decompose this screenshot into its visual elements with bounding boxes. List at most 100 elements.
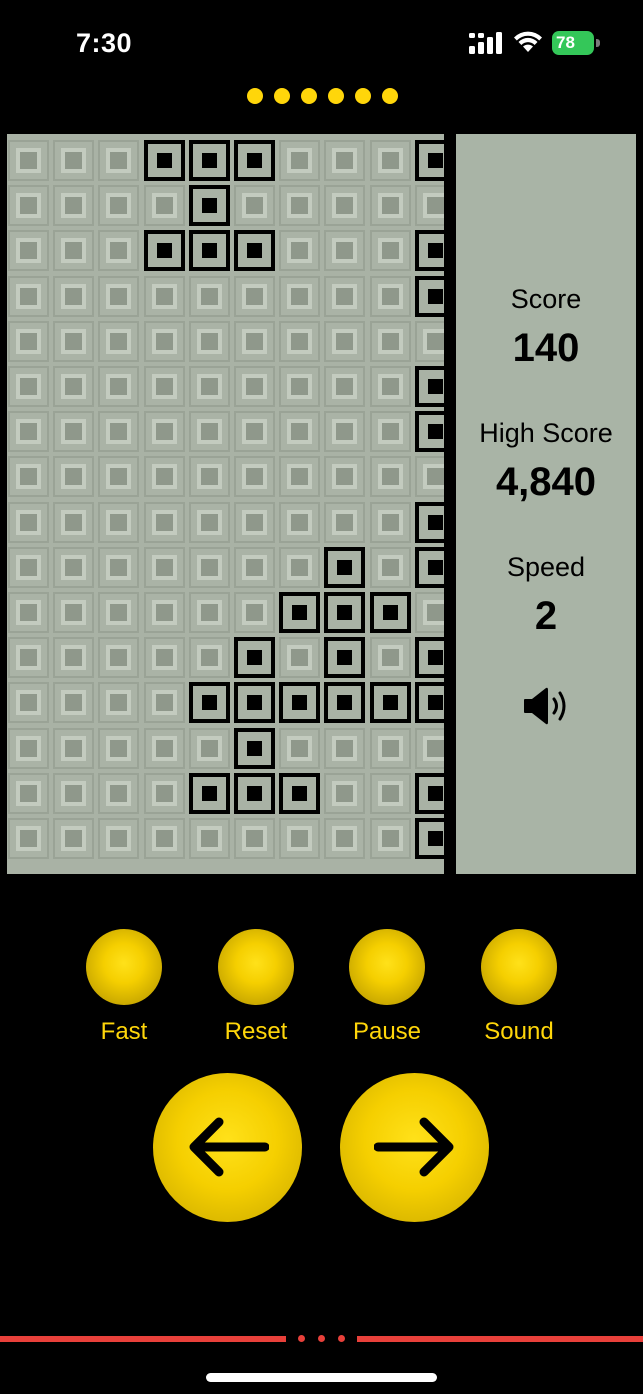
board-cell-empty	[143, 185, 185, 227]
board-cell-empty	[279, 320, 321, 362]
board-cell-empty	[8, 456, 49, 498]
board-cell-empty	[369, 546, 411, 588]
board-cell-empty	[53, 818, 95, 859]
board-cell-empty	[98, 185, 140, 227]
bottom-dot	[318, 1335, 325, 1342]
board-cell-empty	[8, 230, 49, 272]
board-cell-empty	[98, 230, 140, 272]
page-dot[interactable]	[328, 88, 344, 104]
board-cell-filled	[414, 366, 444, 407]
pause-button[interactable]	[349, 929, 425, 1005]
board-cell-empty	[53, 546, 95, 588]
board-cell-empty	[234, 320, 275, 362]
board-cell-filled	[234, 637, 275, 679]
speaker-icon[interactable]	[522, 684, 572, 728]
board-cell-empty	[8, 727, 49, 769]
board-cell-empty	[369, 501, 411, 543]
board-cell-filled	[324, 592, 366, 633]
board-cell-empty	[369, 140, 411, 181]
board-cell-filled	[414, 772, 444, 814]
board-cell-empty	[143, 682, 185, 724]
board-cell-empty	[279, 727, 321, 769]
sound-label: Sound	[484, 1018, 554, 1045]
bottom-dots	[298, 1335, 345, 1342]
board-cell-filled	[279, 682, 321, 724]
board-cell-empty	[143, 501, 185, 543]
board-cell-empty	[369, 727, 411, 769]
board-cell-empty	[8, 366, 49, 407]
page-indicator[interactable]	[247, 88, 398, 104]
board-cell-empty	[143, 456, 185, 498]
board-cell-filled	[324, 546, 366, 588]
board-cell-filled	[279, 592, 321, 633]
home-indicator[interactable]	[206, 1373, 437, 1382]
bottom-bar-right	[357, 1336, 643, 1342]
score-label: Score	[510, 284, 582, 314]
speed-label: Speed	[506, 552, 586, 582]
board-cell-empty	[98, 456, 140, 498]
board-cell-empty	[414, 185, 444, 227]
board-cell-empty	[53, 185, 95, 227]
board-cell-empty	[8, 185, 49, 227]
board-cell-filled	[188, 185, 230, 227]
board-cell-empty	[369, 456, 411, 498]
board-cell-empty	[188, 592, 230, 633]
board-cell-empty	[234, 818, 275, 859]
board-cell-empty	[53, 411, 95, 453]
page-dot[interactable]	[301, 88, 317, 104]
bottom-dot	[298, 1335, 305, 1342]
reset-label: Reset	[224, 1018, 288, 1045]
page-dot[interactable]	[247, 88, 263, 104]
page-dot[interactable]	[274, 88, 290, 104]
speed-value: 2	[534, 594, 558, 638]
board-cell-empty	[324, 275, 366, 317]
signal-icon	[469, 32, 502, 54]
page-dot[interactable]	[355, 88, 371, 104]
board-cell-empty	[143, 275, 185, 317]
board-cell-empty	[188, 818, 230, 859]
board-cell-empty	[98, 592, 140, 633]
board-cell-empty	[414, 456, 444, 498]
page-dot[interactable]	[382, 88, 398, 104]
board-cell-empty	[53, 320, 95, 362]
board-cell-empty	[98, 366, 140, 407]
board-cell-empty	[53, 501, 95, 543]
board-cell-empty	[143, 727, 185, 769]
move-right-button[interactable]	[340, 1073, 489, 1222]
board-cell-empty	[98, 320, 140, 362]
board-cell-filled	[143, 140, 185, 181]
board-cell-empty	[8, 275, 49, 317]
board-cell-filled	[188, 230, 230, 272]
board-cell-filled	[324, 637, 366, 679]
board-cell-filled	[234, 772, 275, 814]
board-cell-empty	[324, 140, 366, 181]
board-cell-empty	[8, 682, 49, 724]
board-cell-filled	[414, 546, 444, 588]
board-cell-empty	[234, 411, 275, 453]
board-cell-filled	[414, 501, 444, 543]
board-cell-filled	[234, 682, 275, 724]
board-cell-empty	[279, 501, 321, 543]
board-cell-filled	[279, 772, 321, 814]
board-cell-empty	[8, 546, 49, 588]
pause-label: Pause	[352, 1018, 422, 1045]
bottom-dot	[338, 1335, 345, 1342]
board-cell-empty	[53, 637, 95, 679]
battery-level: 78	[552, 31, 594, 55]
board-cell-empty	[188, 411, 230, 453]
sound-button[interactable]	[481, 929, 557, 1005]
fast-button[interactable]	[86, 929, 162, 1005]
reset-button[interactable]	[218, 929, 294, 1005]
board-cell-empty	[324, 501, 366, 543]
status-bar: 7:30 78	[0, 0, 643, 88]
board-cell-empty	[234, 366, 275, 407]
board-cell-empty	[324, 727, 366, 769]
board-cell-empty	[279, 546, 321, 588]
high-score-value: 4,840	[495, 460, 597, 504]
board-cell-filled	[414, 818, 444, 859]
board-cell-empty	[143, 411, 185, 453]
board-cell-empty	[53, 727, 95, 769]
board-cell-empty	[369, 275, 411, 317]
move-left-button[interactable]	[153, 1073, 302, 1222]
board-cell-empty	[414, 320, 444, 362]
